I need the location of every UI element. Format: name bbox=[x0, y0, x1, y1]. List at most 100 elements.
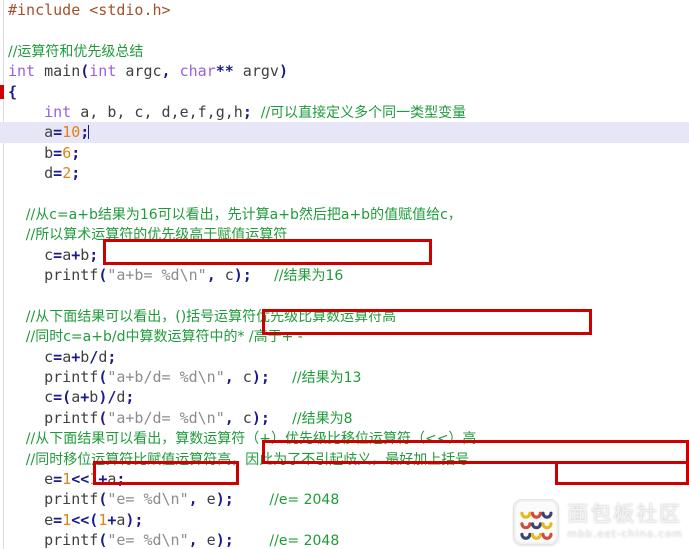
token-punc: ; bbox=[71, 143, 81, 162]
watermark-site-name: 面包板社区 bbox=[567, 502, 683, 526]
token-id: b bbox=[80, 245, 90, 264]
token-pre: #include <stdio.h> bbox=[8, 1, 171, 19]
token-id: printf bbox=[8, 408, 99, 427]
token-punc: ( bbox=[80, 62, 90, 81]
token-punc: ; bbox=[89, 245, 99, 264]
token-punc: ; bbox=[71, 164, 81, 183]
code-line[interactable]: //所以算术运算符的优先级高于赋值运算符 bbox=[0, 224, 689, 244]
token-punc: , bbox=[188, 531, 198, 549]
token-id: a, b, c, d,e,f,g,h bbox=[71, 102, 243, 121]
token-id: c bbox=[8, 245, 54, 264]
code-line[interactable]: printf("a+b/d= %d\n", c); //结果为8 bbox=[0, 408, 689, 428]
token-id: a bbox=[62, 347, 72, 366]
token-id: e bbox=[8, 510, 54, 529]
code-line[interactable]: //运算符和优先级总结 bbox=[0, 41, 689, 61]
token-str: "a+b/d= %d\n" bbox=[107, 408, 225, 427]
token-id: e bbox=[8, 469, 54, 488]
code-lines[interactable]: #include <stdio.h> //运算符和优先级总结 int main(i… bbox=[0, 0, 689, 549]
token-str: "e= %d\n" bbox=[107, 531, 189, 549]
token-punc: = bbox=[53, 510, 63, 529]
token-id: c bbox=[233, 408, 252, 427]
token-id: c bbox=[8, 388, 54, 407]
token-kw: int bbox=[8, 62, 36, 81]
code-line[interactable]: printf("a+b= %d\n", c); //结果为16 bbox=[0, 265, 689, 285]
token-punc: ( bbox=[98, 368, 108, 387]
token-punc: ( bbox=[98, 266, 108, 285]
token-punc: + bbox=[80, 388, 90, 407]
token-punc: ); bbox=[215, 531, 234, 549]
token-cmt: //可以直接定义多个同一类型变量 bbox=[251, 104, 467, 121]
token-id: e bbox=[197, 531, 216, 549]
code-line[interactable]: b=6; bbox=[0, 143, 689, 163]
token-punc: ( bbox=[98, 490, 108, 509]
token-punc: ); bbox=[251, 408, 270, 427]
token-id: d bbox=[8, 164, 54, 183]
token-punc: )/ bbox=[98, 388, 117, 407]
token-punc: ( bbox=[98, 408, 108, 427]
code-line[interactable]: { bbox=[0, 82, 689, 102]
token-punc: ** bbox=[215, 62, 234, 81]
code-line[interactable]: e=1<<1+a; bbox=[0, 469, 689, 489]
token-id: argv bbox=[233, 62, 279, 81]
code-line[interactable]: //从下面结果可以看出，()括号运算符优先级比算数运算符高 bbox=[0, 306, 689, 326]
token-punc: , bbox=[224, 368, 234, 387]
token-num: 10 bbox=[62, 123, 81, 142]
code-line[interactable]: int main(int argc, char** argv) bbox=[0, 61, 689, 81]
token-id: b bbox=[8, 143, 54, 162]
code-editor[interactable]: #include <stdio.h> //运算符和优先级总结 int main(i… bbox=[0, 0, 689, 549]
token-id: a bbox=[71, 388, 81, 407]
token-punc: , bbox=[161, 62, 171, 81]
token-num: 1 bbox=[89, 469, 99, 488]
token-id: c bbox=[215, 266, 234, 285]
code-line[interactable]: printf("a+b/d= %d\n", c); //结果为13 bbox=[0, 367, 689, 387]
code-line[interactable]: //同时移位运算符比赋值运算符高，因此为了不引起歧义，最好加上括号 bbox=[0, 449, 689, 469]
token-kw: int bbox=[8, 102, 72, 121]
token-id: printf bbox=[8, 531, 99, 549]
watermark: 面包板社区 mbb.eet-china.com bbox=[513, 499, 683, 545]
token-id: b bbox=[80, 347, 90, 366]
code-line[interactable]: //从下面结果可以看出，算数运算符（+）优先级比移位运算符（<<）高 bbox=[0, 428, 689, 448]
token-id: c bbox=[233, 368, 252, 387]
token-punc: ; bbox=[125, 388, 135, 407]
watermark-text: 面包板社区 mbb.eet-china.com bbox=[567, 504, 683, 540]
token-punc: = bbox=[53, 123, 63, 142]
token-punc: { bbox=[8, 82, 18, 101]
token-num: 2 bbox=[62, 164, 72, 183]
token-cmt: //e= 2048 bbox=[233, 492, 340, 509]
token-punc: ) bbox=[278, 62, 288, 81]
code-line[interactable] bbox=[0, 20, 689, 40]
token-punc: = bbox=[53, 143, 63, 162]
token-cmt: //运算符和优先级总结 bbox=[8, 43, 144, 60]
token-punc: , bbox=[188, 490, 198, 509]
code-line[interactable]: c=a+b/d; bbox=[0, 347, 689, 367]
text-caret bbox=[88, 125, 90, 140]
token-id: e bbox=[197, 490, 216, 509]
token-cmt: //从c=a+b结果为16可以看出，先计算a+b然后把a+b的值赋值给c， bbox=[8, 206, 462, 223]
token-str: "a+b/d= %d\n" bbox=[107, 368, 225, 387]
code-line[interactable] bbox=[0, 184, 689, 204]
code-line[interactable] bbox=[0, 285, 689, 305]
code-line[interactable]: //从c=a+b结果为16可以看出，先计算a+b然后把a+b的值赋值给c， bbox=[0, 204, 689, 224]
breakpoint-marker-icon[interactable] bbox=[0, 84, 4, 99]
token-punc: , bbox=[224, 408, 234, 427]
code-line[interactable]: c=(a+b)/d; bbox=[0, 387, 689, 407]
token-id: a bbox=[62, 245, 72, 264]
code-line[interactable]: int a, b, c, d,e,f,g,h; //可以直接定义多个同一类型变量 bbox=[0, 102, 689, 122]
token-punc: ); bbox=[233, 266, 252, 285]
code-line[interactable]: //同时c=a+b/d中算数运算符中的* /高于+ - bbox=[0, 326, 689, 346]
token-cmt: //结果为16 bbox=[251, 268, 344, 285]
code-line[interactable]: #include <stdio.h> bbox=[0, 0, 689, 20]
token-punc: = bbox=[53, 164, 63, 183]
code-line[interactable]: a=10; bbox=[0, 122, 689, 143]
token-punc: = bbox=[53, 245, 63, 264]
token-punc: <<( bbox=[71, 510, 99, 529]
token-punc: ; bbox=[116, 469, 126, 488]
token-id: c bbox=[8, 347, 54, 366]
code-line[interactable]: d=2; bbox=[0, 163, 689, 183]
token-num: 1 bbox=[62, 469, 72, 488]
code-line[interactable]: c=a+b; bbox=[0, 245, 689, 265]
token-num: 1 bbox=[62, 510, 72, 529]
token-id: main bbox=[35, 62, 81, 81]
token-id: printf bbox=[8, 368, 99, 387]
token-punc: + bbox=[71, 245, 81, 264]
